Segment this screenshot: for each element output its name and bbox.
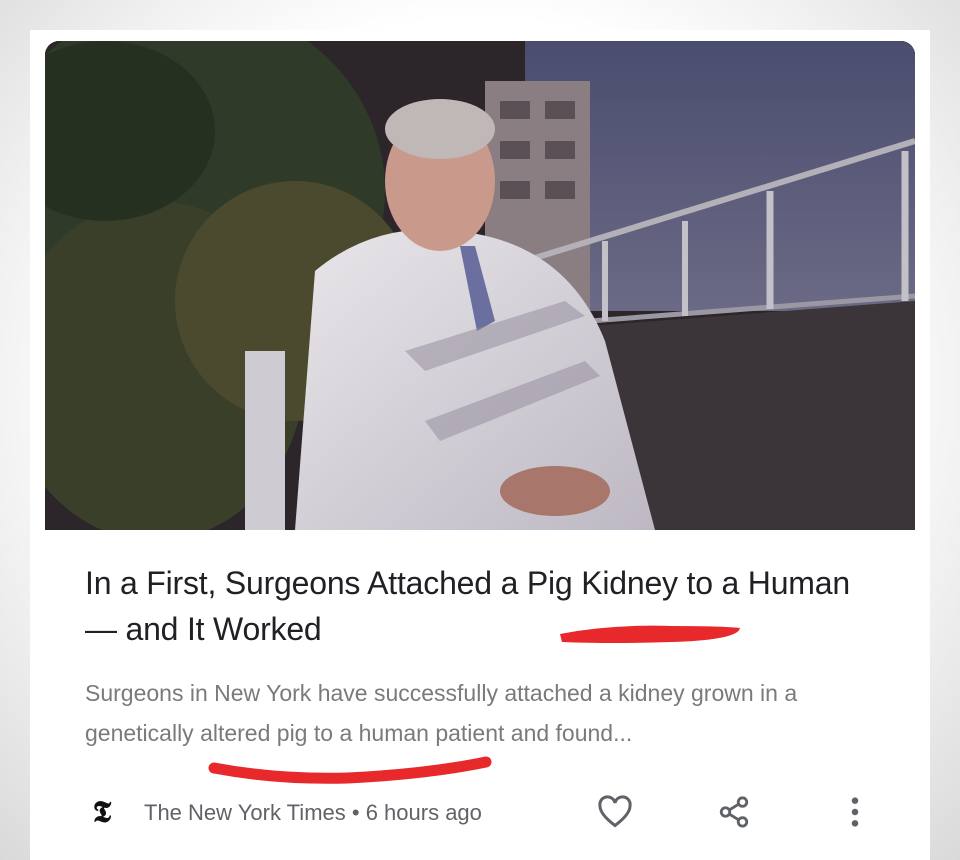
card-footer: 𝕿 The New York Times • 6 hours ago: [85, 788, 875, 836]
share-button[interactable]: [714, 792, 754, 832]
article-photo: [45, 41, 915, 530]
meta-separator: •: [351, 800, 360, 825]
like-button[interactable]: [595, 792, 635, 832]
source-and-time[interactable]: The New York Times • 6 hours ago: [144, 800, 482, 826]
article-snippet: Surgeons in New York have successfully a…: [85, 680, 798, 746]
time-ago: 6 hours ago: [365, 800, 482, 825]
source-name: The New York Times: [144, 800, 346, 825]
more-vert-icon: [851, 797, 859, 827]
share-icon: [719, 796, 749, 828]
more-options-button[interactable]: [835, 792, 875, 832]
article-thumbnail[interactable]: [45, 41, 915, 530]
heart-icon: [598, 795, 632, 828]
article-headline[interactable]: In a First, Surgeons Attached a Pig Kidn…: [85, 560, 865, 652]
nyt-logo-icon: 𝕿: [92, 795, 112, 830]
